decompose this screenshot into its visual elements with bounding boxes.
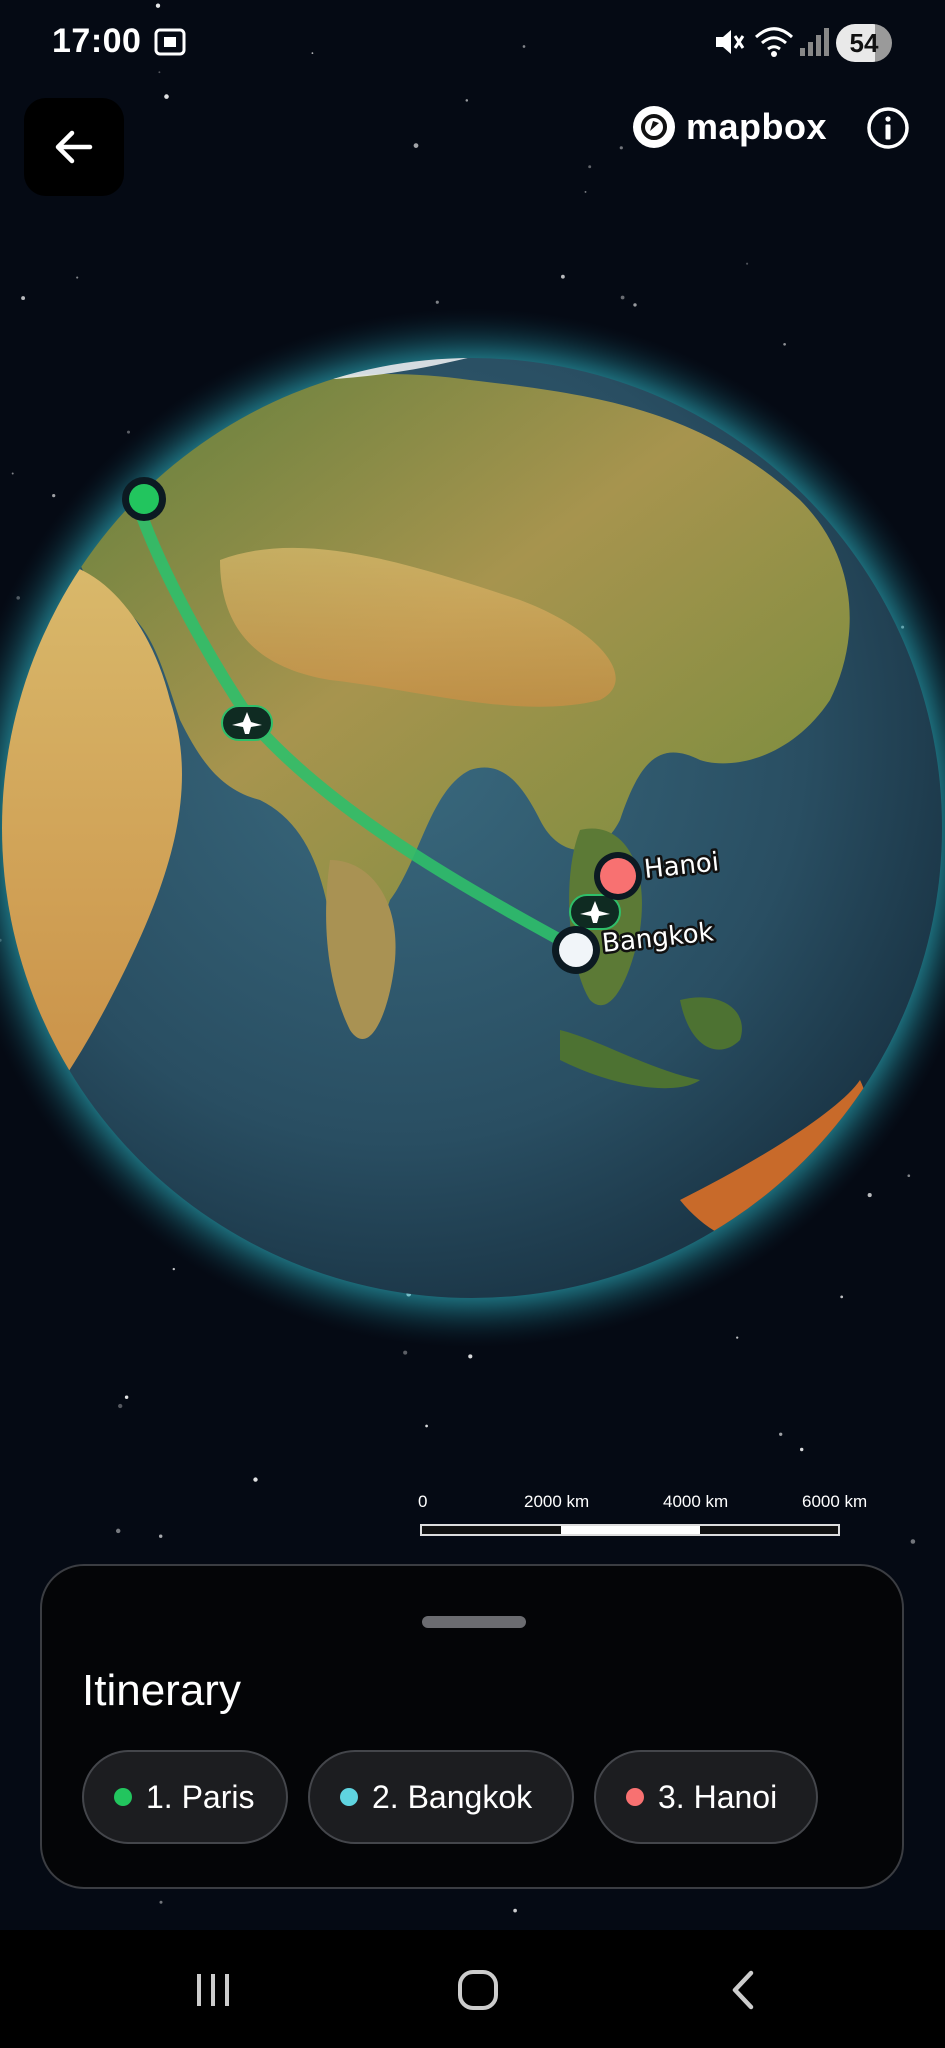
signal-icon xyxy=(798,24,830,65)
stop-chip-paris[interactable]: 1. Paris xyxy=(82,1750,288,1844)
star xyxy=(513,1908,517,1913)
stop-chip-hanoi[interactable]: 3. Hanoi xyxy=(594,1750,818,1844)
scale-label-6000: 6000 km xyxy=(802,1492,868,1511)
status-time: 17:00 xyxy=(52,22,142,60)
scale-track xyxy=(420,1524,840,1536)
star xyxy=(159,1900,163,1904)
home-button[interactable] xyxy=(433,1960,523,2020)
stop-dot-hanoi xyxy=(626,1788,644,1806)
scale-label-0: 0 xyxy=(418,1492,428,1511)
status-bar: 17:00 54 xyxy=(0,0,945,90)
arrow-left-icon xyxy=(55,130,93,164)
stop-label: 2. Bangkok xyxy=(372,1778,533,1815)
scale-label-2000: 2000 km xyxy=(524,1492,590,1511)
scale-segment-1 xyxy=(422,1526,561,1534)
marker-paris[interactable] xyxy=(122,477,166,521)
itinerary-stops: 1. Paris 2. Bangkok 3. Hanoi xyxy=(82,1750,818,1844)
mapbox-wordmark: mapbox xyxy=(686,106,828,147)
mute-icon xyxy=(712,24,746,65)
battery-indicator: 54 xyxy=(836,24,892,62)
scale-bar: 0 2000 km 4000 km 6000 km xyxy=(418,1492,878,1542)
stop-dot-paris xyxy=(114,1788,132,1806)
globe xyxy=(0,308,945,1348)
sheet-drag-handle[interactable] xyxy=(422,1616,526,1628)
back-button[interactable] xyxy=(24,98,124,196)
system-nav-bar xyxy=(0,1930,945,2048)
screenshot-icon xyxy=(152,24,188,65)
mapbox-logo-icon xyxy=(633,106,675,148)
home-icon xyxy=(458,1970,498,2010)
scale-segment-3 xyxy=(700,1526,838,1534)
stop-label: 3. Hanoi xyxy=(658,1778,778,1815)
stop-chip-bangkok[interactable]: 2. Bangkok xyxy=(308,1750,574,1844)
stop-label: 1. Paris xyxy=(146,1778,255,1815)
plane-badge-1 xyxy=(221,705,273,741)
wifi-icon xyxy=(752,24,796,65)
globe-map[interactable]: Hanoi Bangkok xyxy=(0,0,945,1560)
scale-label-4000: 4000 km xyxy=(663,1492,729,1511)
recent-apps-button[interactable] xyxy=(168,1960,258,2020)
info-button[interactable] xyxy=(866,106,910,150)
stop-dot-bangkok xyxy=(340,1788,358,1806)
itinerary-title: Itinerary xyxy=(82,1666,241,1715)
plane-badge-2 xyxy=(569,894,621,930)
info-icon xyxy=(867,107,909,149)
itinerary-sheet[interactable]: Itinerary 1. Paris 2. Bangkok 3. Hanoi xyxy=(40,1564,904,1889)
back-icon xyxy=(732,1970,754,2010)
recent-apps-icon xyxy=(197,1974,229,2006)
mapbox-logo: mapbox xyxy=(632,104,827,150)
system-back-button[interactable] xyxy=(698,1960,788,2020)
